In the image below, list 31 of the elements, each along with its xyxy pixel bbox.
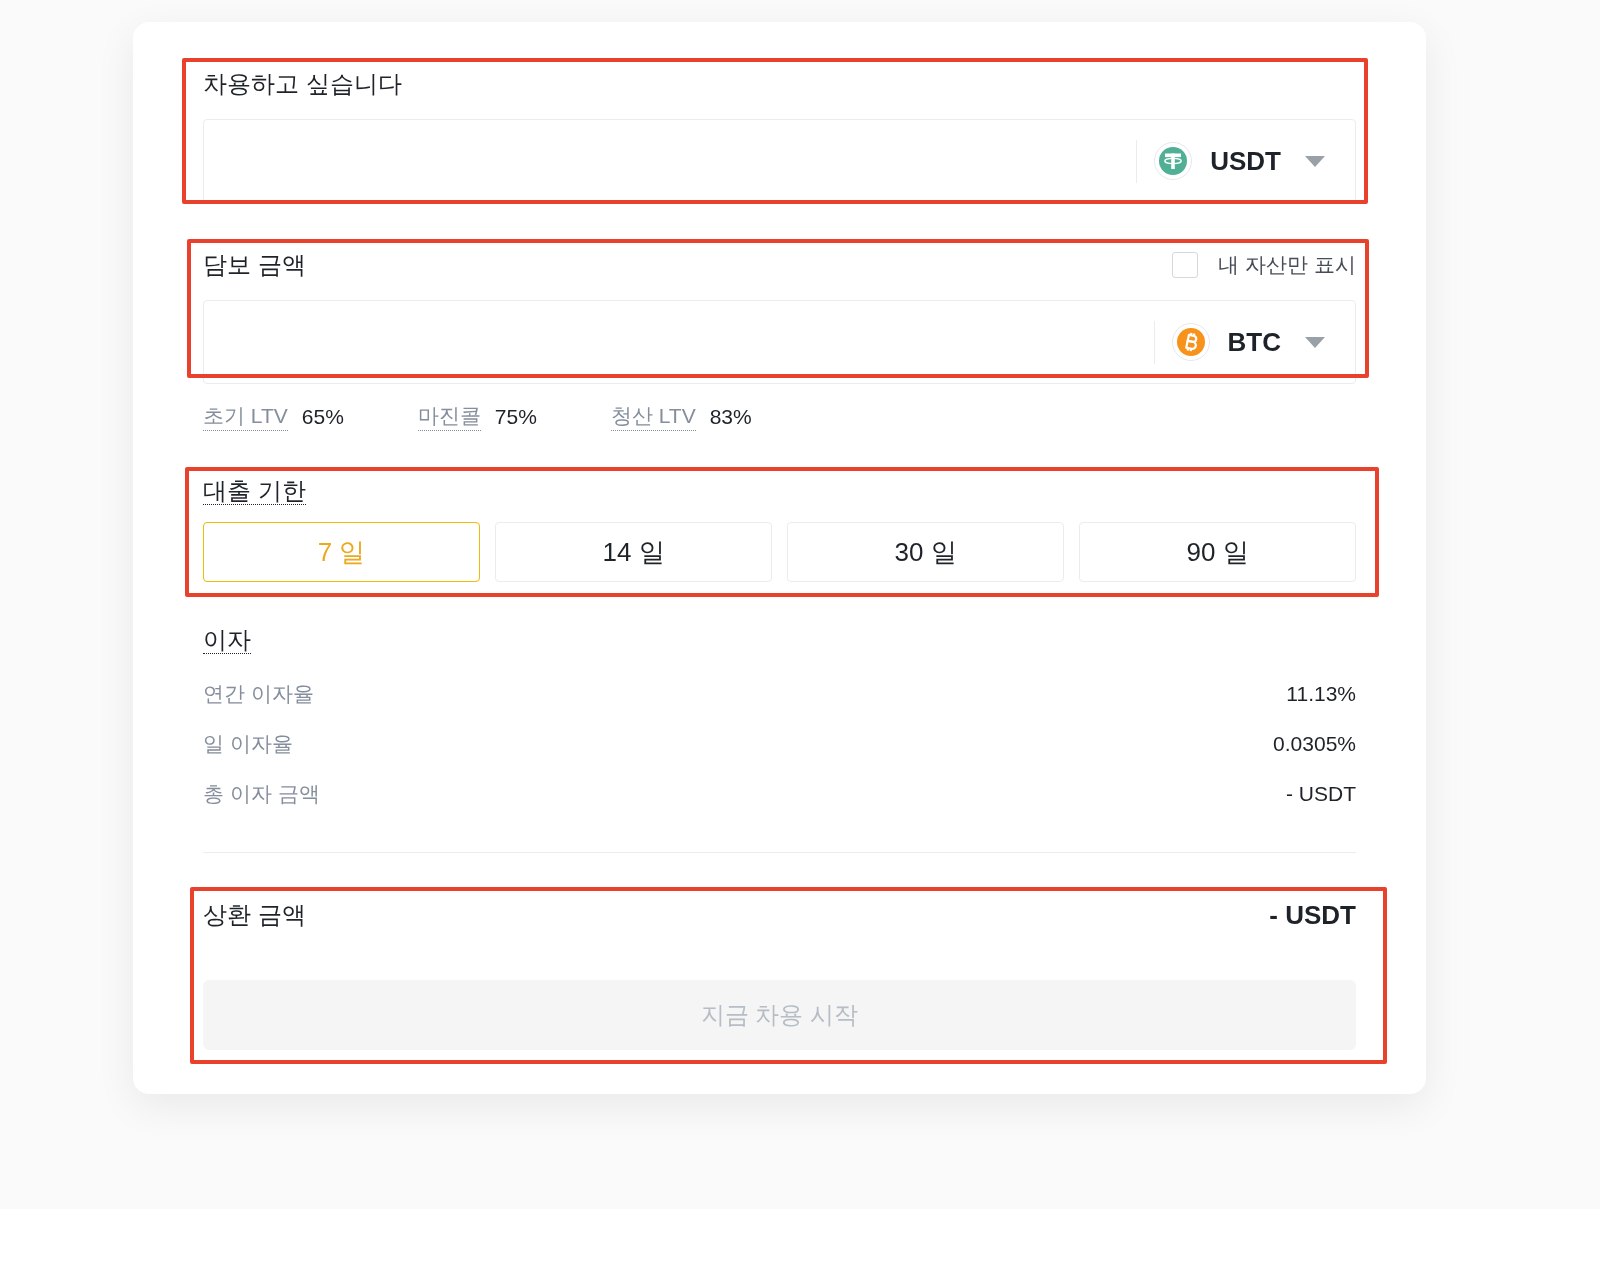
section-title: 상환 금액 [203, 901, 306, 929]
coin-select[interactable]: BTC [1153, 320, 1355, 364]
amount-field[interactable]: BTC [203, 300, 1356, 384]
ltv-label: 초기 LTV [203, 402, 288, 431]
rate-label: 연간 이자율 [203, 681, 314, 707]
ltv-label: 청산 LTV [610, 402, 696, 431]
term-option[interactable]: 90 일 [1079, 522, 1356, 582]
term-option[interactable]: 30 일 [787, 522, 1064, 582]
rate-value: 11.13% [1286, 681, 1356, 707]
bitcoin-icon [1171, 323, 1210, 361]
checkbox-label: 내 자산만 표시 [1218, 252, 1356, 278]
rate-value: - USDT [1286, 781, 1356, 807]
amount-field[interactable]: USDT [203, 119, 1356, 203]
term-option[interactable]: 14 일 [495, 522, 772, 582]
caret-icon [1305, 155, 1325, 167]
section-title: 담보 금액 [203, 251, 306, 279]
rate-label: 일 이자율 [203, 731, 293, 757]
rate-value: 0.0305% [1273, 731, 1356, 757]
ltv-value: 75% [494, 403, 537, 430]
rate-label: 총 이자 금액 [203, 781, 320, 807]
checkbox[interactable] [1172, 252, 1199, 278]
section-title: 이자 [203, 626, 251, 654]
section-title: 대출 기한 [203, 477, 306, 505]
t-coin-icon [1154, 142, 1193, 180]
coin-select[interactable]: USDT [1136, 139, 1355, 183]
caret-icon [1305, 336, 1325, 348]
repayment-amount: - USDT [1269, 901, 1356, 929]
ltv-value: 65% [301, 403, 344, 430]
section-title: 차용하고 싶습니다 [203, 70, 402, 98]
ltv-value: 83% [709, 403, 752, 430]
ltv-label: 마진콜 [417, 402, 481, 431]
